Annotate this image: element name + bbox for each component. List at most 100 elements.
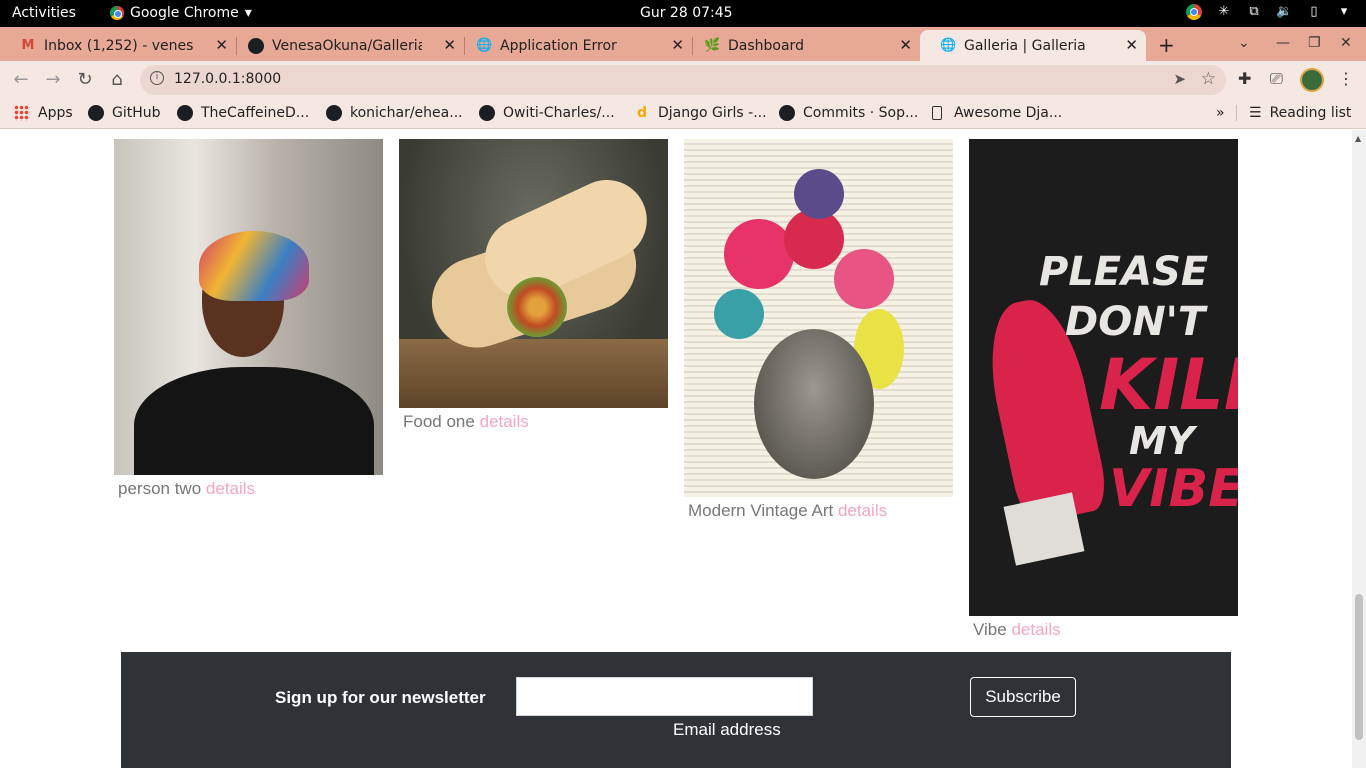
minimize-icon[interactable]: —	[1276, 35, 1290, 51]
email-field[interactable]	[516, 677, 813, 716]
subscribe-button[interactable]: Subscribe	[970, 677, 1076, 717]
gmail-icon: M	[21, 37, 35, 53]
chrome-tray-icon[interactable]	[1186, 4, 1202, 20]
menu-icon[interactable]: ⋮	[1338, 69, 1354, 88]
poster-text: DON'T	[1065, 299, 1206, 345]
slack-icon[interactable]: ✳	[1216, 4, 1232, 20]
battery-icon[interactable]: ▯	[1306, 4, 1322, 20]
page-content: person two details Food one details Mode…	[0, 130, 1352, 768]
tab-github[interactable]: VenesaOkuna/Galleria: ✕	[228, 30, 464, 61]
address-bar[interactable]: i 127.0.0.1:8000 ➤ ☆	[140, 65, 1226, 95]
bookmark-caffeine[interactable]: TheCaffeineD...	[177, 105, 309, 121]
reading-list-button[interactable]: ☰ Reading list	[1236, 105, 1351, 121]
newsletter-footer: Sign up for our newsletter Email address…	[121, 652, 1231, 768]
email-helper-text: Email address	[673, 720, 781, 739]
bookmark-star-icon[interactable]: ☆	[1201, 69, 1216, 89]
close-icon[interactable]: ✕	[671, 36, 684, 54]
close-icon[interactable]: ✕	[899, 36, 912, 54]
image-caption: person two details	[114, 479, 383, 499]
scroll-up-arrow-icon[interactable]: ▲	[1355, 134, 1361, 143]
photo-detail	[134, 367, 374, 475]
tab-title: Galleria | Galleria	[964, 37, 1086, 54]
close-icon[interactable]: ✕	[443, 36, 456, 54]
tab-title: Application Error	[500, 37, 617, 54]
details-link[interactable]: details	[1011, 620, 1060, 639]
bookmark-label: Django Girls -...	[658, 105, 767, 121]
bookmarks-overflow-button[interactable]: »	[1216, 105, 1225, 121]
bookmark-django-girls[interactable]: d Django Girls -...	[634, 105, 767, 121]
details-link[interactable]: details	[206, 479, 255, 498]
bookmark-github[interactable]: GitHub	[88, 105, 161, 121]
tab-inbox[interactable]: M Inbox (1,252) - venesa.ok ✕	[0, 30, 236, 61]
reload-icon[interactable]: ↻	[74, 69, 96, 90]
github-icon	[88, 105, 104, 121]
tab-dashboard[interactable]: 🌿 Dashboard ✕	[684, 30, 920, 61]
image-caption: Food one details	[399, 412, 668, 432]
send-icon[interactable]: ➤	[1173, 70, 1186, 88]
reading-list-icon: ☰	[1249, 105, 1262, 121]
vintage-art-image[interactable]	[684, 139, 953, 497]
bookmark-label: Apps	[38, 105, 73, 121]
apps-grid-icon	[14, 105, 30, 121]
tab-title: VenesaOkuna/Galleria:	[272, 37, 422, 54]
bookmark-owiti[interactable]: Owiti-Charles/...	[479, 105, 615, 121]
activities-button[interactable]: Activities	[12, 5, 76, 21]
scrollbar-thumb[interactable]	[1355, 594, 1363, 740]
close-icon[interactable]: ✕	[215, 36, 228, 54]
tab-application-error[interactable]: 🌐 Application Error ✕	[456, 30, 692, 61]
tab-galleria[interactable]: 🌐 Galleria | Galleria ✕	[920, 30, 1146, 61]
home-icon[interactable]: ⌂	[106, 69, 128, 90]
network-icon[interactable]: ⧉	[1246, 4, 1262, 20]
cast-icon[interactable]: ⎚	[1270, 69, 1283, 89]
photo-detail	[399, 339, 668, 408]
flower-shape	[834, 249, 894, 309]
tab-search-icon[interactable]: ⌄	[1238, 35, 1250, 51]
bookmark-apps[interactable]: Apps	[14, 105, 73, 121]
bookmark-awesome-django[interactable]: Awesome Dja...	[932, 105, 1062, 121]
tab-title: Inbox (1,252) - venesa.ok	[44, 37, 194, 54]
image-name: Modern Vintage Art	[688, 501, 834, 520]
app-menu[interactable]: Google Chrome ▾	[110, 5, 252, 21]
url-text[interactable]: 127.0.0.1:8000	[174, 71, 281, 87]
flower-shape	[794, 169, 844, 219]
new-tab-button[interactable]: +	[1158, 33, 1175, 57]
poster-text: VIBE.	[1109, 459, 1238, 519]
volume-icon[interactable]: 🔉	[1276, 4, 1292, 20]
photo-detail	[507, 277, 567, 337]
vertical-scrollbar[interactable]: ▲	[1352, 130, 1366, 768]
gallery-card: Modern Vintage Art details	[684, 139, 953, 521]
gallery-card: person two details	[114, 139, 383, 499]
extensions-icon[interactable]: ✚	[1238, 69, 1251, 88]
newsletter-label: Sign up for our newsletter	[275, 688, 486, 707]
image-name: person two	[118, 479, 202, 498]
django-girls-icon: d	[636, 105, 648, 121]
bookmark-konichar[interactable]: konichar/ehea...	[326, 105, 463, 121]
food-photo[interactable]	[399, 139, 668, 408]
details-link[interactable]: details	[480, 412, 529, 431]
system-top-bar: Activities Google Chrome ▾ Gur 28 07:45 …	[0, 0, 1366, 27]
person-photo[interactable]	[114, 139, 383, 475]
chrome-icon	[110, 6, 124, 20]
site-info-icon[interactable]: i	[150, 71, 164, 85]
close-icon[interactable]: ✕	[1125, 36, 1138, 54]
forward-arrow-icon[interactable]: →	[42, 69, 64, 90]
maximize-icon[interactable]: ❐	[1308, 35, 1321, 51]
profile-avatar[interactable]	[1300, 68, 1324, 92]
back-arrow-icon[interactable]: ←	[10, 69, 32, 90]
browser-toolbar: ← → ↻ ⌂ i 127.0.0.1:8000 ➤ ☆ ✚ ⎚ ⋮	[0, 61, 1366, 99]
image-caption: Vibe details	[969, 620, 1238, 640]
details-link[interactable]: details	[838, 501, 887, 520]
caret-down-icon: ▾	[244, 5, 252, 21]
bookmark-commits[interactable]: Commits · Sop...	[779, 105, 918, 121]
globe-icon: 🌐	[940, 37, 957, 53]
bookmark-label: Commits · Sop...	[803, 105, 919, 121]
clock[interactable]: Gur 28 07:45	[640, 5, 733, 21]
caret-down-icon[interactable]: ▾	[1336, 4, 1352, 20]
github-icon	[479, 105, 495, 121]
window-close-icon[interactable]: ✕	[1340, 35, 1352, 51]
reading-list-label: Reading list	[1269, 105, 1352, 121]
system-tray[interactable]: ✳ ⧉ 🔉 ▯ ▾	[1186, 4, 1352, 20]
globe-icon: 🌐	[476, 37, 493, 53]
github-icon	[248, 37, 264, 54]
vibe-poster-image[interactable]: PLEASE DON'T KILL MY VIBE.	[969, 139, 1238, 616]
